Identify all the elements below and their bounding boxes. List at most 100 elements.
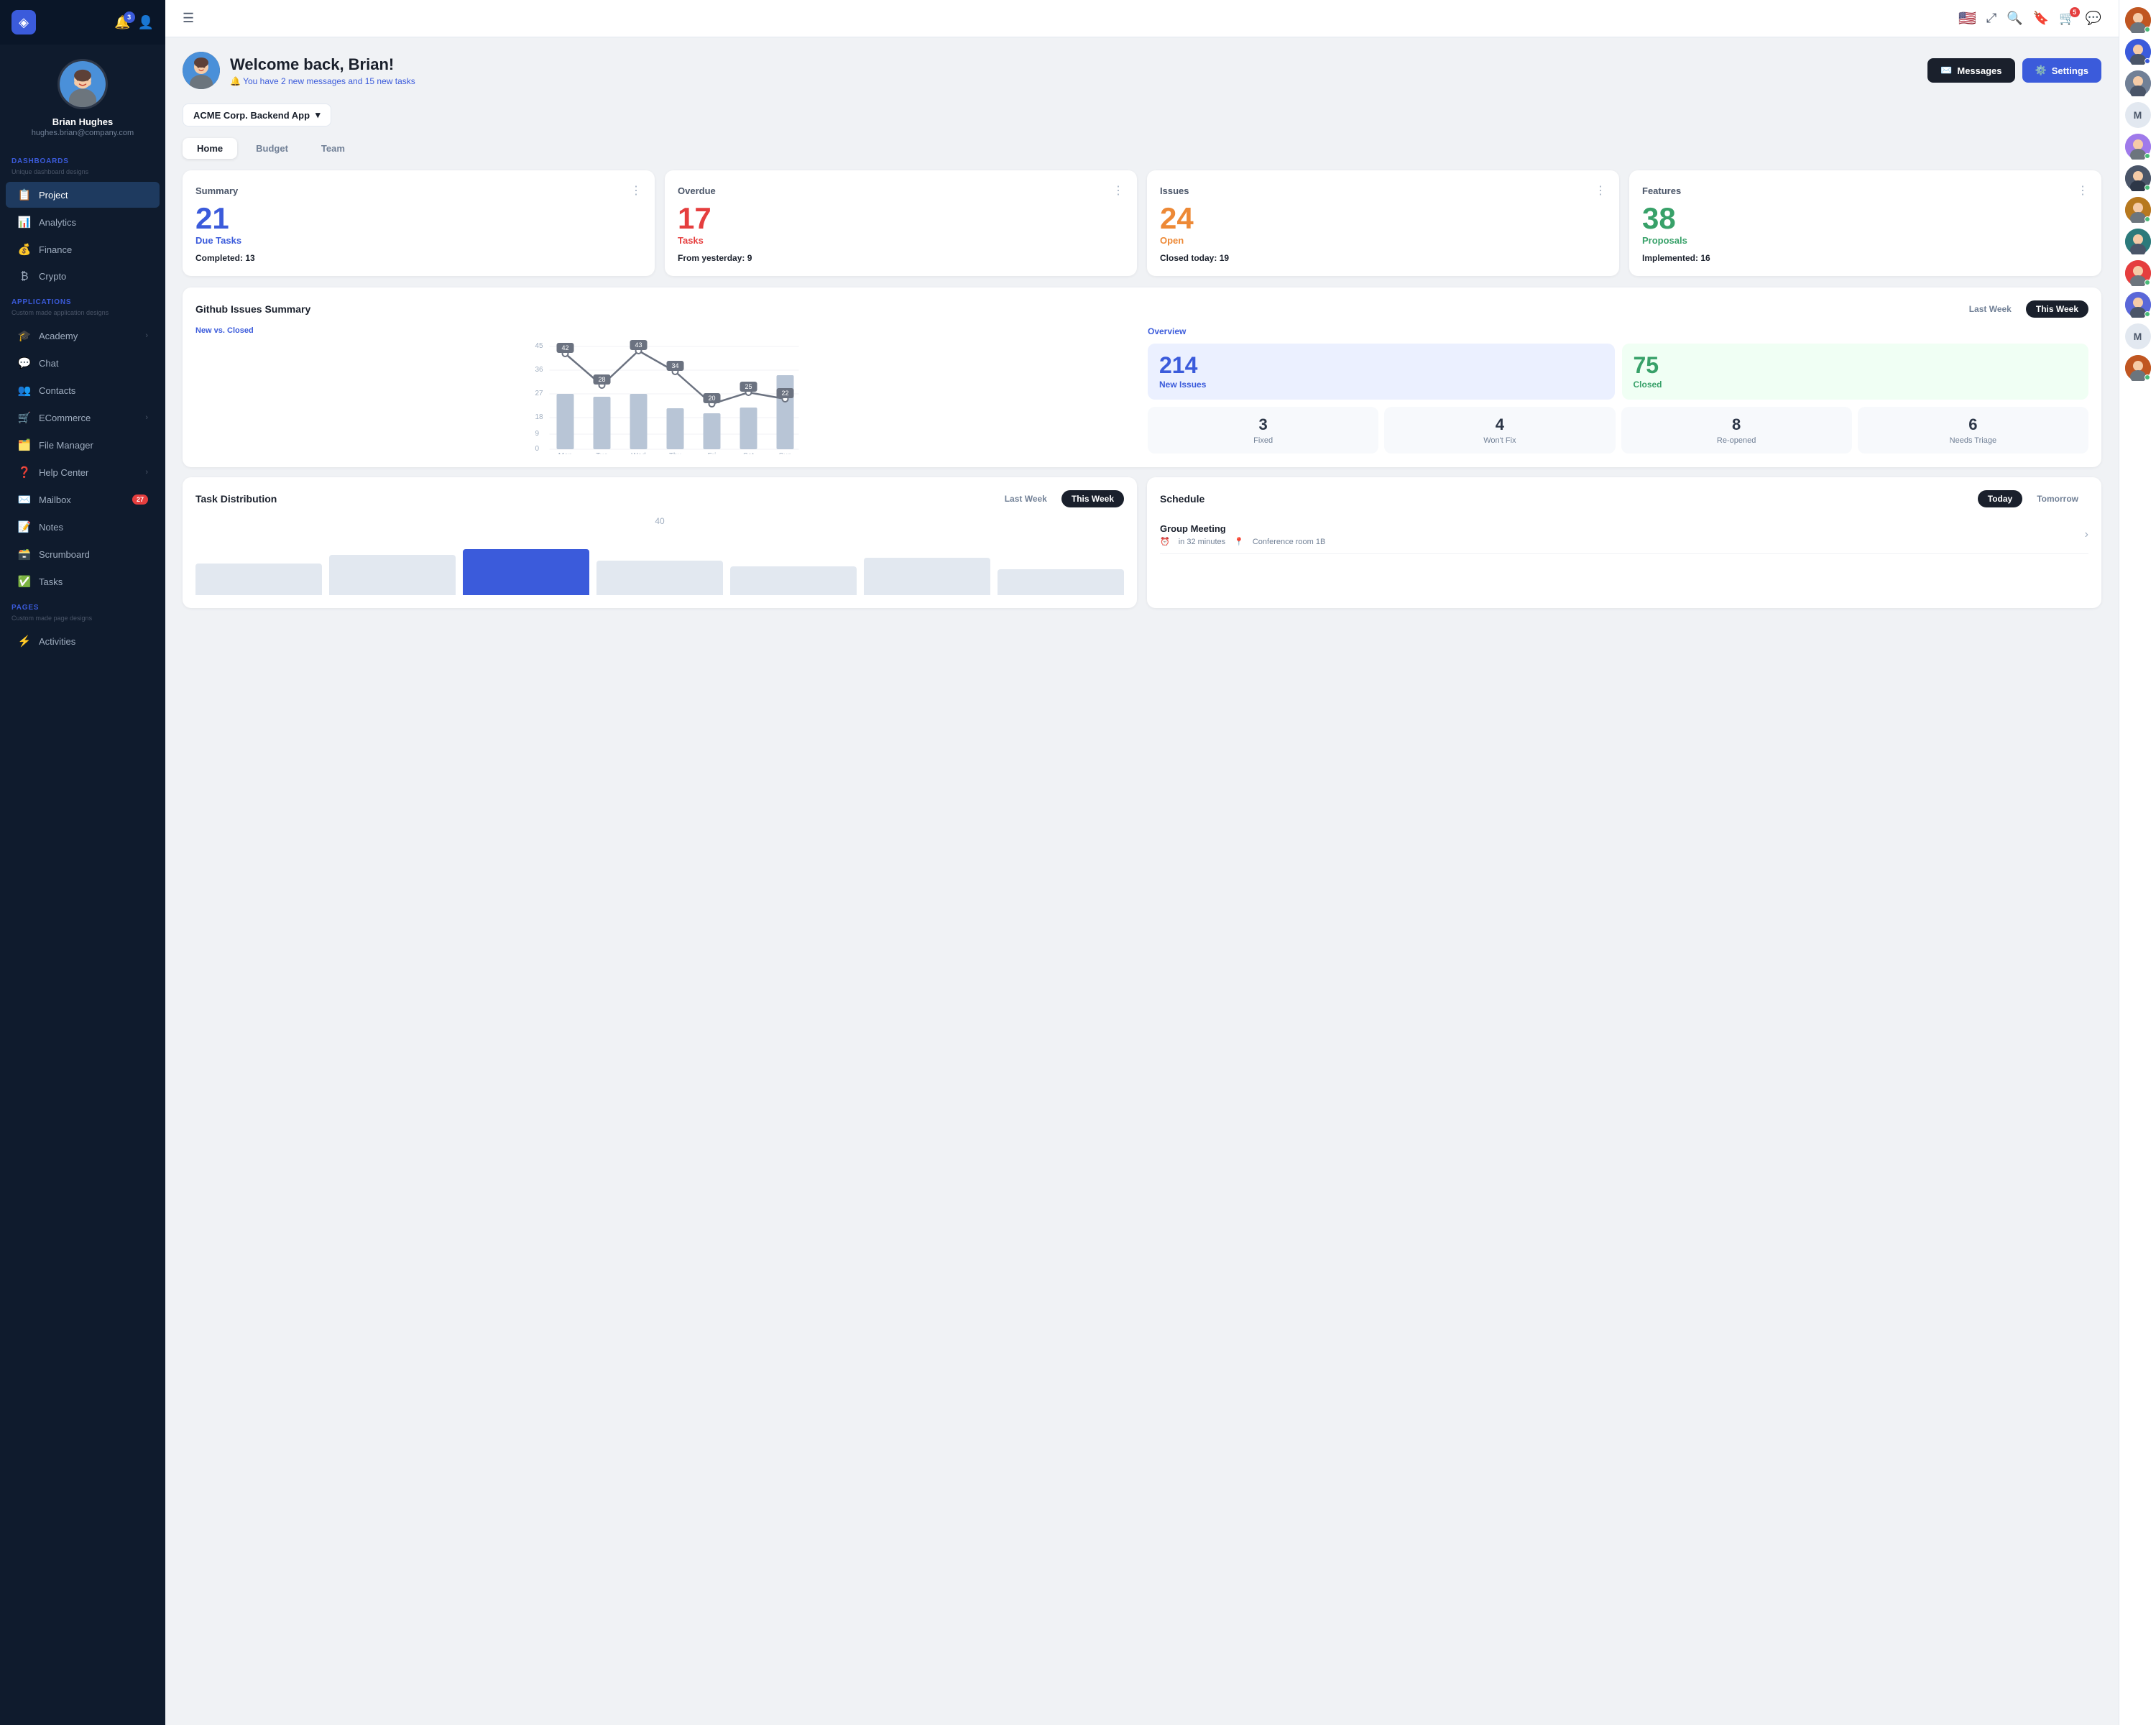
right-avatar-3[interactable] [2125,70,2151,96]
right-avatar-m2[interactable]: M [2125,323,2151,349]
sidebar-item-label: Mailbox [39,494,71,505]
header-actions: ✉️ Messages ⚙️ Settings [1927,58,2101,83]
svg-text:43: 43 [635,341,642,349]
gear-icon: ⚙️ [2035,65,2047,76]
right-avatar-2[interactable] [2125,39,2151,65]
right-avatar-8[interactable] [2125,260,2151,286]
notification-icon[interactable]: 🔔 3 [114,15,130,30]
svg-text:0: 0 [535,445,540,453]
sidebar-item-tasks[interactable]: ✅ Tasks [6,569,160,594]
sidebar-item-project[interactable]: 📋 Project [6,182,160,208]
notes-icon: 📝 [17,520,32,533]
messages-button[interactable]: ✉️ Messages [1927,58,2014,83]
top-nav: ☰ 🇺🇸 ⤢ 🔍 🔖 🛒 5 💬 [165,0,2119,37]
stat-number-features: 38 [1642,203,2088,234]
schedule-item: Group Meeting ⏰ in 32 minutes 📍 Conferen… [1160,516,2088,554]
flag-icon[interactable]: 🇺🇸 [1958,9,1976,27]
task-dist-title: Task Distribution [195,493,277,505]
svg-text:42: 42 [561,344,568,351]
sidebar-item-label: Analytics [39,217,76,228]
envelope-icon: ✉️ [1940,65,1952,76]
bookmark-icon[interactable]: 🔖 [2033,11,2049,26]
sidebar-item-contacts[interactable]: 👥 Contacts [6,377,160,403]
sidebar-item-crypto[interactable]: ₿ Crypto [6,264,160,289]
stat-menu-features[interactable]: ⋮ [2077,183,2088,198]
project-name: ACME Corp. Backend App [193,110,310,121]
tomorrow-btn[interactable]: Tomorrow [2027,490,2088,507]
right-avatar-6[interactable] [2125,197,2151,223]
svg-text:28: 28 [598,376,605,383]
svg-text:25: 25 [745,383,752,390]
wontfix-label: Won't Fix [1391,436,1608,445]
bar-fri [730,566,857,595]
overview-bottom-grid: 3 Fixed 4 Won't Fix 8 Re-opened 6 [1148,407,2088,454]
chevron-right-icon: › [145,468,148,477]
bottom-grid: Task Distribution Last Week This Week 40 [183,477,2101,608]
sidebar-item-notes[interactable]: 📝 Notes [6,514,160,540]
tasks-icon: ✅ [17,575,32,588]
triage-label: Needs Triage [1865,436,2081,445]
search-icon[interactable]: 🔍 [2007,11,2022,26]
sidebar-item-finance[interactable]: 💰 Finance [6,236,160,262]
tab-home[interactable]: Home [183,138,237,159]
sidebar-item-ecommerce[interactable]: 🛒 ECommerce › [6,405,160,431]
mini-stat-fixed: 3 Fixed [1148,407,1378,454]
bar-thu [596,561,723,595]
reopened-label: Re-opened [1628,436,1845,445]
sidebar-item-chat[interactable]: 💬 Chat [6,350,160,376]
sidebar-top-icons: 🔔 3 👤 [114,15,154,30]
sidebar-item-analytics[interactable]: 📊 Analytics [6,209,160,235]
profile-icon[interactable]: 👤 [138,15,154,30]
stat-menu-summary[interactable]: ⋮ [630,183,642,198]
stat-menu-overdue[interactable]: ⋮ [1112,183,1124,198]
sidebar-item-activities[interactable]: ⚡ Activities [6,628,160,654]
right-avatar-9[interactable] [2125,292,2151,318]
right-avatar-4[interactable] [2125,134,2151,160]
sidebar-item-label: Project [39,190,68,201]
project-selector[interactable]: ACME Corp. Backend App ▾ [183,104,331,126]
schedule-title: Schedule [1160,493,1204,505]
sidebar-item-scrumboard[interactable]: 🗃️ Scrumboard [6,541,160,567]
right-avatar-10[interactable] [2125,355,2151,381]
crypto-icon: ₿ [17,270,32,282]
fullscreen-icon[interactable]: ⤢ [1986,11,1996,26]
sidebar-item-academy[interactable]: 🎓 Academy › [6,323,160,349]
dashboards-label: DASHBOARDS [0,149,165,168]
sidebar-item-filemanager[interactable]: 🗂️ File Manager [6,432,160,458]
right-avatar-5[interactable] [2125,165,2151,191]
right-avatar-m1[interactable]: M [2125,102,2151,128]
closed-card: 75 Closed [1622,344,2089,400]
tab-team[interactable]: Team [307,138,359,159]
shopping-icon[interactable]: 🛒 5 [2059,11,2075,26]
bar-tue [329,555,456,595]
page-header: Welcome back, Brian! 🔔 You have 2 new me… [183,52,2101,89]
sidebar-item-mailbox[interactable]: ✉️ Mailbox 27 [6,487,160,512]
avatar[interactable] [57,59,108,109]
today-btn[interactable]: Today [1978,490,2022,507]
tab-budget[interactable]: Budget [241,138,303,159]
app-logo[interactable]: ◈ [11,10,36,34]
sidebar-item-label: Academy [39,331,78,341]
stats-row: Summary ⋮ 21 Due Tasks Completed: 13 Ove… [183,170,2101,276]
github-issues-card: Github Issues Summary Last Week This Wee… [183,288,2101,467]
messages-icon[interactable]: 💬 [2086,11,2101,26]
svg-text:27: 27 [535,390,544,397]
chevron-down-icon: ▾ [315,109,321,121]
github-issues-header: Github Issues Summary Last Week This Wee… [195,300,2088,318]
this-week-btn-github[interactable]: This Week [2026,300,2088,318]
right-avatar-7[interactable] [2125,229,2151,254]
chevron-right-icon[interactable]: › [2085,528,2088,541]
this-week-btn-task[interactable]: This Week [1061,490,1124,507]
right-avatar-1[interactable] [2125,7,2151,33]
hamburger-icon[interactable]: ☰ [183,11,194,26]
chat-icon: 💬 [17,356,32,369]
settings-button[interactable]: ⚙️ Settings [2022,58,2101,83]
stat-menu-issues[interactable]: ⋮ [1595,183,1606,198]
online-indicator [2145,153,2150,159]
last-week-btn-task[interactable]: Last Week [995,490,1057,507]
user-email: hughes.brian@company.com [32,129,134,137]
sidebar-item-helpcenter[interactable]: ❓ Help Center › [6,459,160,485]
right-sidebar: M M [2119,0,2156,1725]
last-week-btn-github[interactable]: Last Week [1959,300,2022,318]
activities-icon: ⚡ [17,635,32,648]
